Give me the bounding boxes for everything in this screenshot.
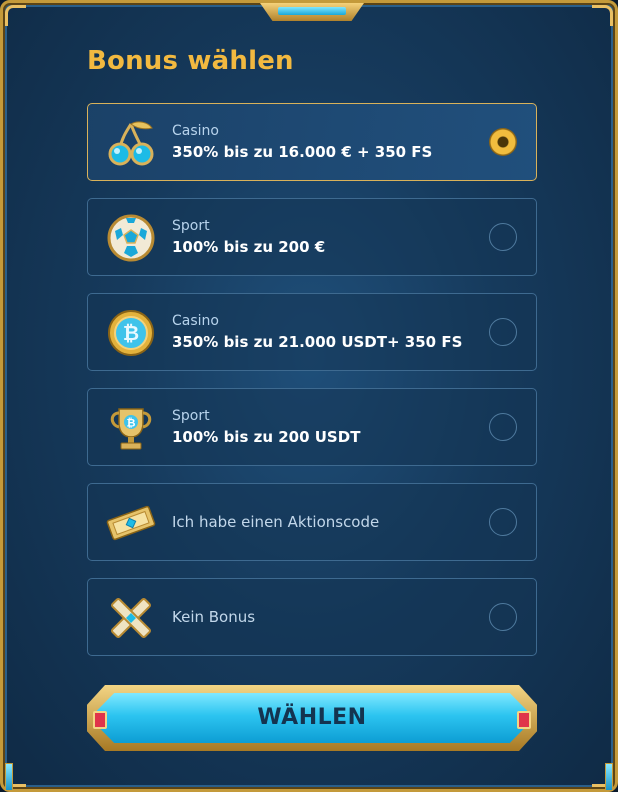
bonus-kind-label: Sport: [172, 408, 210, 424]
side-gem: [5, 763, 13, 791]
radio-button-selected[interactable]: [489, 128, 517, 156]
bonus-offer-label: Ich habe einen Aktionscode: [172, 513, 380, 531]
radio-button[interactable]: [489, 223, 517, 251]
radio-button[interactable]: [489, 318, 517, 346]
soccer-ball-icon: [107, 214, 155, 262]
top-ornament: [260, 3, 364, 21]
bonus-offer-label: Kein Bonus: [172, 608, 256, 626]
bonus-option-casino-eur[interactable]: Casino 350% bis zu 16.000 € + 350 FS: [87, 103, 537, 181]
bonus-offer-label: 100% bis zu 200 USDT: [172, 428, 361, 446]
svg-text:₿: ₿: [127, 417, 136, 430]
bonus-option-promo-code[interactable]: Ich habe einen Aktionscode: [87, 483, 537, 561]
x-cross-icon: [111, 598, 151, 638]
bonus-option-casino-usdt[interactable]: ₿ Casino 350% bis zu 21.000 USDT+ 350 FS: [87, 293, 537, 371]
bonus-kind-label: Sport: [172, 218, 210, 234]
side-gem: [605, 763, 613, 791]
bonus-option-no-bonus[interactable]: Kein Bonus: [87, 578, 537, 656]
choose-button-label: WÄHLEN: [257, 705, 367, 730]
trophy-icon: ₿: [110, 408, 152, 450]
corner-ornament: [592, 5, 613, 26]
bonus-offer-label: 350% bis zu 21.000 USDT+ 350 FS: [172, 333, 463, 351]
bonus-kind-label: Casino: [172, 123, 219, 139]
radio-button[interactable]: [489, 603, 517, 631]
bonus-offer-label: 350% bis zu 16.000 € + 350 FS: [172, 143, 433, 161]
bonus-option-sport-eur[interactable]: Sport 100% bis zu 200 €: [87, 198, 537, 276]
bonus-kind-label: Casino: [172, 313, 219, 329]
bonus-dialog: Bonus wählen Casino 350% bis zu 16.000 €…: [0, 0, 618, 792]
ticket-icon: [106, 505, 156, 541]
bonus-option-sport-usdt[interactable]: ₿ Sport 100% bis zu 200 USDT: [87, 388, 537, 466]
bitcoin-coin-icon: ₿: [108, 310, 154, 356]
bonus-offer-label: 100% bis zu 200 €: [172, 238, 326, 256]
cherries-icon: [108, 121, 154, 166]
radio-button[interactable]: [489, 413, 517, 441]
corner-ornament: [5, 5, 26, 26]
radio-button[interactable]: [489, 508, 517, 536]
svg-text:₿: ₿: [123, 321, 139, 345]
dialog-title: Bonus wählen: [87, 46, 294, 76]
choose-bonus-button[interactable]: WÄHLEN: [87, 685, 537, 751]
